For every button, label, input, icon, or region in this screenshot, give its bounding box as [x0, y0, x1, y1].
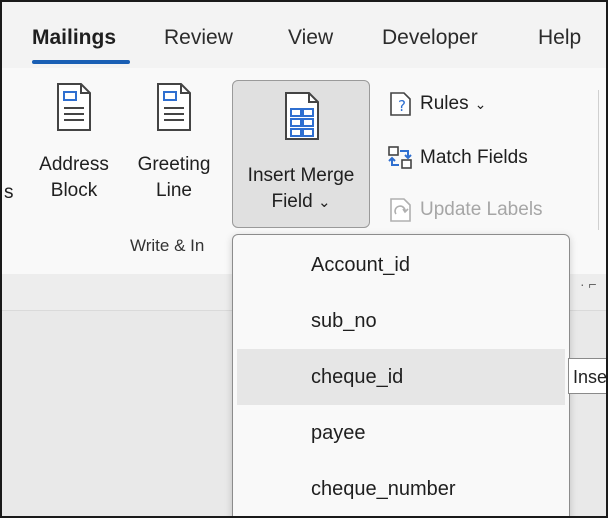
match-fields-label: Match Fields	[420, 147, 528, 168]
tab-mailings[interactable]: Mailings	[32, 26, 116, 50]
insert-merge-field-label-line2-wrap: Field ⌄	[233, 189, 369, 216]
address-block-label-line2: Block	[50, 180, 98, 201]
svg-text:?: ?	[398, 97, 406, 115]
tab-view[interactable]: View	[288, 26, 333, 50]
merge-field-item-account-id[interactable]: Account_id	[237, 237, 565, 293]
tab-review[interactable]: Review	[164, 26, 233, 50]
tooltip: Inse	[568, 358, 606, 394]
rules-icon: ?	[390, 92, 411, 116]
update-labels-label: Update Labels	[420, 199, 543, 220]
greeting-line-button[interactable]: Greeting Line	[126, 82, 222, 204]
update-labels-button[interactable]: Update Labels	[388, 196, 543, 224]
ruler-marks: · ⌐	[580, 276, 597, 292]
ribbon-tab-bar: Mailings Review View Developer Help	[2, 2, 606, 68]
insert-merge-field-label-line2: Field	[271, 191, 313, 212]
rules-label: Rules	[420, 93, 469, 114]
chevron-down-icon: ⌄	[474, 95, 487, 112]
merge-field-item-sub-no[interactable]: sub_no	[237, 293, 565, 349]
rules-button[interactable]: ? Rules ⌄	[388, 90, 486, 118]
chevron-down-icon: ⌄	[317, 194, 331, 211]
merge-field-item-payee[interactable]: payee	[237, 405, 565, 461]
insert-merge-field-label-line1: Insert Merge	[247, 165, 355, 186]
merge-field-item-cheque-id[interactable]: cheque_id	[237, 349, 565, 405]
active-tab-indicator	[32, 60, 130, 64]
insert-merge-field-button[interactable]: Insert Merge Field ⌄	[232, 80, 370, 228]
tab-help[interactable]: Help	[538, 26, 581, 50]
cut-off-button-label: s	[4, 182, 14, 203]
greeting-line-label-line2: Line	[156, 180, 192, 201]
address-block-button[interactable]: Address Block	[28, 82, 120, 204]
tab-developer[interactable]: Developer	[382, 26, 478, 50]
match-fields-button[interactable]: Match Fields	[386, 144, 528, 172]
group-separator	[598, 90, 599, 230]
document-icon	[157, 83, 191, 131]
greeting-line-label-line1: Greeting	[137, 154, 211, 175]
group-label-write-insert: Write & In	[130, 236, 205, 255]
match-fields-icon	[388, 146, 412, 169]
address-block-label-line1: Address	[39, 154, 109, 175]
update-labels-icon	[390, 198, 411, 222]
merge-field-icon	[285, 92, 319, 140]
app-window: Mailings Review View Developer Help s Ad…	[0, 0, 608, 518]
document-icon	[57, 83, 91, 131]
merge-field-dropdown: Account_id sub_no cheque_id payee cheque…	[232, 234, 570, 516]
merge-field-item-cheque-number[interactable]: cheque_number	[237, 461, 565, 516]
